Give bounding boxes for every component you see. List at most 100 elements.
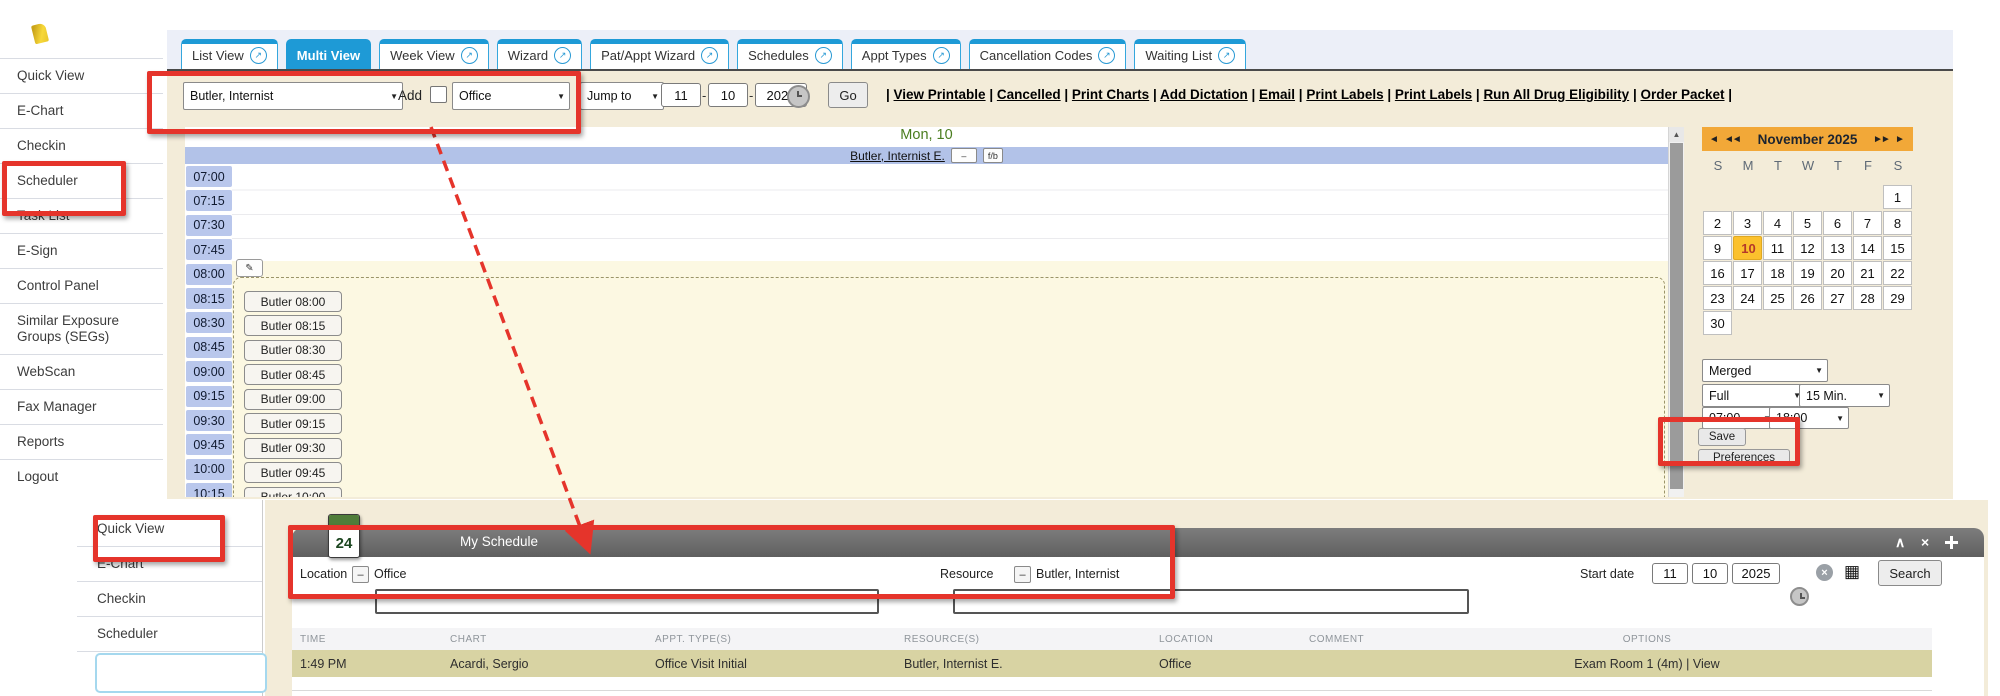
calendar-date-13[interactable]: 13 <box>1823 236 1852 260</box>
time-slot-0730[interactable]: 07:30 <box>186 215 232 236</box>
sidebar-item-e-sign[interactable]: E-Sign <box>0 233 163 268</box>
calendar-date-26[interactable]: 26 <box>1793 286 1822 310</box>
prev-month-icon[interactable]: ◄ <box>1709 127 1717 151</box>
time-slot-0700[interactable]: 07:00 <box>186 166 232 187</box>
popup-arrow-icon[interactable]: ↗ <box>250 47 267 64</box>
results-table-row[interactable]: 1:49 PMAcardi, SergioOffice Visit Initia… <box>292 650 1932 677</box>
tab-pat-appt-wizard[interactable]: Pat/Appt Wizard↗ <box>590 39 729 69</box>
clear-date-icon[interactable]: × <box>1816 564 1833 581</box>
toolbar-link-run-all-drug-eligibility[interactable]: Run All Drug Eligibility <box>1483 87 1629 102</box>
sidebar-item-logout[interactable]: Logout <box>0 459 163 494</box>
calendar-date-28[interactable]: 28 <box>1853 286 1882 310</box>
appointment-button-butler-10-00[interactable]: Butler 10:00 <box>244 487 342 497</box>
calendar-date-2[interactable]: 2 <box>1703 211 1732 235</box>
popup-arrow-icon[interactable]: ↗ <box>461 47 478 64</box>
collapse-icon[interactable]: ∧ <box>1895 533 1905 551</box>
popup-arrow-icon[interactable]: ↗ <box>701 47 718 64</box>
appointment-button-butler-08-00[interactable]: Butler 08:00 <box>244 291 342 312</box>
calendar-date-3[interactable]: 3 <box>1733 211 1762 235</box>
sidebar-item-checkin[interactable]: Checkin <box>0 128 163 163</box>
search-button[interactable]: Search <box>1878 560 1942 586</box>
panel-year-input[interactable] <box>1732 563 1780 584</box>
location-collapse-button[interactable]: – <box>352 566 369 583</box>
time-slot-0830[interactable]: 08:30 <box>186 312 232 333</box>
appointment-button-butler-09-15[interactable]: Butler 09:15 <box>244 413 342 434</box>
popup-arrow-icon[interactable]: ↗ <box>933 47 950 64</box>
calendar-date-22[interactable]: 22 <box>1883 261 1912 285</box>
toolbar-link-email[interactable]: Email <box>1259 87 1295 102</box>
scrollbar-thumb[interactable] <box>1670 143 1683 489</box>
start-time-select[interactable]: 07:00▼ <box>1702 407 1776 429</box>
toolbar-link-print-charts[interactable]: Print Charts <box>1072 87 1149 102</box>
next-year-icon[interactable]: ►► <box>1873 127 1889 151</box>
sidebar-item-fax-manager[interactable]: Fax Manager <box>0 389 163 424</box>
tab-schedules[interactable]: Schedules↗ <box>737 39 843 69</box>
month-input[interactable] <box>661 83 701 107</box>
time-slot-0930[interactable]: 09:30 <box>186 410 232 431</box>
resource-collapse-button[interactable]: – <box>1014 566 1031 583</box>
panel-day-input[interactable] <box>1692 563 1728 584</box>
calendar-date-9[interactable]: 9 <box>1703 236 1732 260</box>
location-search-input[interactable] <box>375 589 879 614</box>
appointment-button-butler-09-00[interactable]: Butler 09:00 <box>244 389 342 410</box>
time-slot-1015[interactable]: 10:15 <box>186 483 232 497</box>
preferences-button[interactable]: Preferences <box>1698 449 1790 466</box>
collapse-resource-button[interactable]: – <box>951 148 977 163</box>
sidebar-item-control-panel[interactable]: Control Panel <box>0 268 163 303</box>
fb-button[interactable]: f/b <box>983 148 1003 163</box>
calendar-date-16[interactable]: 16 <box>1703 261 1732 285</box>
toolbar-link-cancelled[interactable]: Cancelled <box>997 87 1061 102</box>
toolbar-link-order-packet[interactable]: Order Packet <box>1640 87 1724 102</box>
popup-arrow-icon[interactable]: ↗ <box>1218 47 1235 64</box>
calendar-date-30[interactable]: 30 <box>1703 311 1732 335</box>
calendar-date-21[interactable]: 21 <box>1853 261 1882 285</box>
time-slot-0900[interactable]: 09:00 <box>186 361 232 382</box>
prev-year-icon[interactable]: ◄◄ <box>1724 127 1740 151</box>
tab-week-view[interactable]: Week View↗ <box>379 39 489 69</box>
calendar-date-1[interactable]: 1 <box>1883 185 1912 209</box>
toolbar-link-add-dictation[interactable]: Add Dictation <box>1160 87 1248 102</box>
appointment-button-butler-08-15[interactable]: Butler 08:15 <box>244 315 342 336</box>
provider-select[interactable]: Butler, Internist ▼ <box>183 82 403 110</box>
go-button[interactable]: Go <box>828 82 868 108</box>
appointment-button-butler-08-30[interactable]: Butler 08:30 <box>244 340 342 361</box>
calendar-date-20[interactable]: 20 <box>1823 261 1852 285</box>
time-slot-0945[interactable]: 09:45 <box>186 434 232 455</box>
calendar-date-12[interactable]: 12 <box>1793 236 1822 260</box>
time-slot-0845[interactable]: 08:45 <box>186 337 232 358</box>
calendar-date-27[interactable]: 27 <box>1823 286 1852 310</box>
end-time-select[interactable]: 18:00▼ <box>1769 407 1849 429</box>
bottom-sidebar-item-e-chart[interactable]: E-Chart <box>77 547 262 582</box>
toolbar-link-view-printable[interactable]: View Printable <box>894 87 986 102</box>
schedule-scrollbar[interactable]: ▲ <box>1668 127 1684 497</box>
sidebar-item-task-list[interactable]: Task List <box>0 198 163 233</box>
next-month-icon[interactable]: ► <box>1895 127 1903 151</box>
tab-list-view[interactable]: List View↗ <box>181 39 278 69</box>
sidebar-item-webscan[interactable]: WebScan <box>0 354 163 389</box>
calendar-date-18[interactable]: 18 <box>1763 261 1792 285</box>
calendar-date-5[interactable]: 5 <box>1793 211 1822 235</box>
calendar-date-6[interactable]: 6 <box>1823 211 1852 235</box>
popup-arrow-icon[interactable]: ↗ <box>815 47 832 64</box>
tab-waiting-list[interactable]: Waiting List↗ <box>1134 39 1246 69</box>
full-select[interactable]: Full▼ <box>1702 384 1806 407</box>
popup-arrow-icon[interactable]: ↗ <box>554 47 571 64</box>
time-slot-0715[interactable]: 07:15 <box>186 190 232 211</box>
sidebar-item-e-chart[interactable]: E-Chart <box>0 93 163 128</box>
time-slot-1000[interactable]: 10:00 <box>186 459 232 480</box>
row-cell-options[interactable]: Exam Room 1 (4m) | View <box>1497 657 1797 671</box>
calendar-date-4[interactable]: 4 <box>1763 211 1792 235</box>
time-slot-0745[interactable]: 07:45 <box>186 239 232 260</box>
sidebar-item-similar-exposure-groups-segs[interactable]: Similar Exposure Groups (SEGs) <box>0 303 163 354</box>
add-checkbox[interactable] <box>430 86 447 103</box>
panel-month-input[interactable] <box>1652 563 1688 584</box>
panel-clock-icon[interactable] <box>1790 587 1809 606</box>
move-icon[interactable] <box>1945 536 1958 549</box>
appointment-button-butler-09-30[interactable]: Butler 09:30 <box>244 438 342 459</box>
calendar-date-7[interactable]: 7 <box>1853 211 1882 235</box>
sidebar-item-reports[interactable]: Reports <box>0 424 163 459</box>
resource-link[interactable]: Butler, Internist E. <box>850 149 945 163</box>
scroll-up-icon[interactable]: ▲ <box>1669 127 1684 142</box>
tab-multi-view[interactable]: Multi View <box>286 39 371 69</box>
calendar-date-14[interactable]: 14 <box>1853 236 1882 260</box>
